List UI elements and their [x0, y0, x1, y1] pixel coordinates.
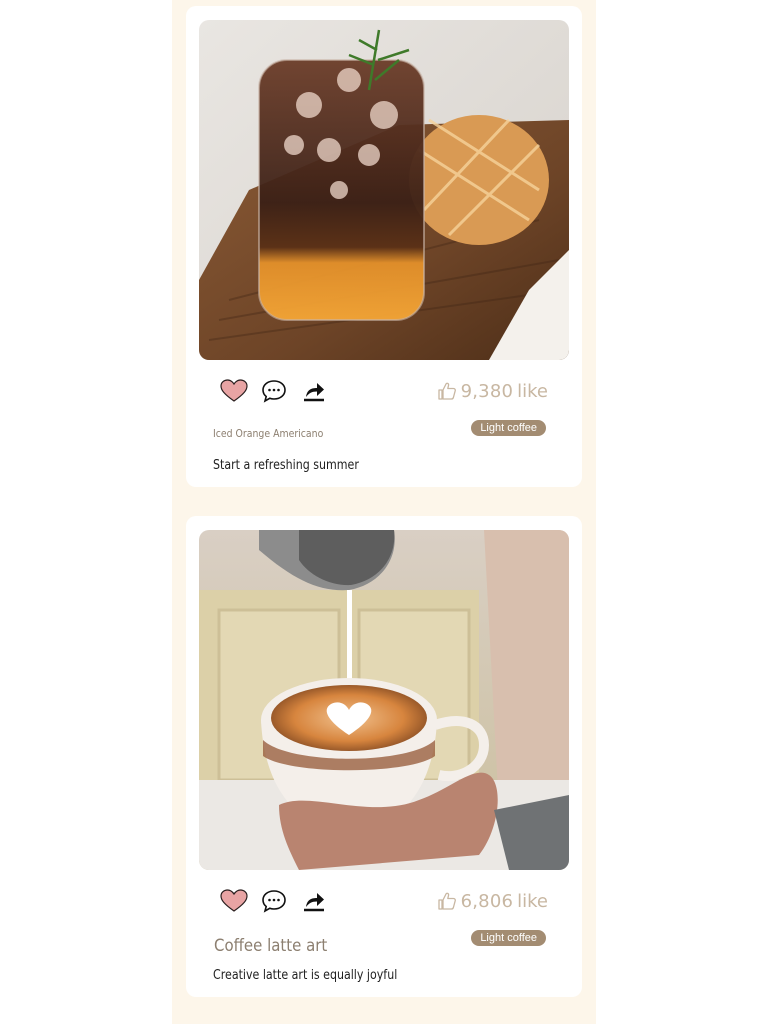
comment-button[interactable]	[260, 887, 288, 915]
comment-icon	[262, 380, 286, 403]
thumbs-up-icon	[437, 382, 456, 400]
latte-art-image	[199, 530, 569, 870]
category-badge[interactable]: Light coffee	[471, 420, 546, 436]
post-card: 9,380 like Light coffee Iced Orange Amer…	[186, 6, 582, 487]
like-button[interactable]	[220, 377, 248, 405]
category-badge[interactable]: Light coffee	[471, 930, 546, 946]
share-icon	[304, 383, 324, 402]
thumbs-up-icon	[437, 892, 456, 910]
post-actions	[220, 376, 328, 406]
like-count-unit: like	[517, 380, 548, 402]
share-icon	[304, 893, 324, 912]
like-count: 6,806 like	[437, 886, 548, 916]
post-title: Iced Orange Americano	[213, 427, 324, 440]
heart-icon	[220, 379, 248, 402]
heart-icon	[220, 889, 248, 912]
share-button[interactable]	[300, 887, 328, 915]
post-title: Coffee latte art	[214, 936, 328, 956]
post-subtitle: Start a refreshing summer	[213, 458, 359, 473]
share-button[interactable]	[300, 377, 328, 405]
post-photo-iced-americano[interactable]	[199, 20, 569, 360]
like-count: 9,380 like	[437, 376, 548, 406]
comment-button[interactable]	[260, 377, 288, 405]
like-count-value: 9,380	[460, 380, 514, 402]
like-count-value: 6,806	[460, 890, 514, 912]
post-actions	[220, 886, 328, 916]
iced-americano-image	[199, 20, 569, 360]
like-button[interactable]	[220, 887, 248, 915]
post-card: 6,806 like Light coffee Coffee latte art…	[186, 516, 582, 997]
post-photo-latte-art[interactable]	[199, 530, 569, 870]
post-subtitle: Creative latte art is equally joyful	[213, 968, 398, 983]
comment-icon	[262, 890, 286, 913]
like-count-unit: like	[517, 890, 548, 912]
